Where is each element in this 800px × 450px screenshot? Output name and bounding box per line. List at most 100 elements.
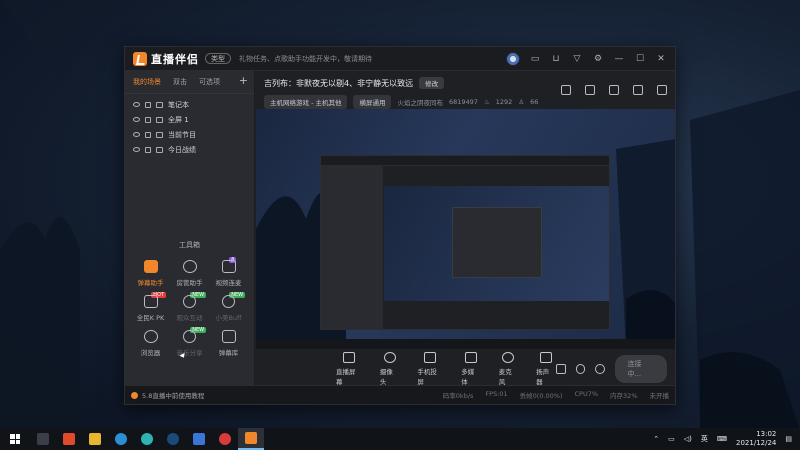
nested-left-panel: [321, 166, 383, 329]
tutorial-icon: [131, 391, 138, 399]
add-scene-button[interactable]: +: [239, 74, 248, 87]
start-live-button[interactable]: 连接中...: [615, 355, 668, 383]
lock-icon[interactable]: [145, 146, 151, 153]
tool-video-link[interactable]: β 视频连麦: [209, 257, 248, 287]
start-button[interactable]: [0, 428, 30, 450]
taskbar-app-edge[interactable]: [108, 428, 134, 450]
danmaku-lib-icon: [221, 330, 236, 343]
browser-icon: [143, 330, 158, 343]
clock[interactable]: 13:02 2021/12/24: [736, 430, 776, 448]
screen-button[interactable]: 直播屏幕: [336, 352, 362, 386]
tab-optional[interactable]: 可选项: [199, 77, 220, 87]
avatar[interactable]: [506, 51, 520, 66]
room-user: 火焰之阴夜同布: [397, 99, 443, 107]
tool-pk[interactable]: HOT 全民K PK: [131, 292, 170, 322]
media-icon: [464, 352, 477, 363]
tool-danmaku[interactable]: 弹幕助手: [131, 260, 170, 287]
modify-button[interactable]: 修改: [419, 77, 445, 89]
orientation-pill[interactable]: 横屏通用: [353, 95, 392, 109]
lock-icon[interactable]: [145, 131, 151, 138]
camera-icon: [383, 352, 396, 363]
taskbar-app-red[interactable]: [56, 428, 82, 450]
tool-music[interactable]: NEW 音乐分享: [170, 327, 209, 357]
eye-icon[interactable]: [133, 147, 140, 152]
media-button[interactable]: 多媒体: [461, 352, 480, 386]
settings-icon[interactable]: ⚙: [592, 53, 604, 65]
eye-icon[interactable]: [133, 132, 140, 137]
eye-icon[interactable]: [133, 117, 140, 122]
mic-button[interactable]: 麦克风: [499, 352, 518, 386]
source-list: 笔记本 全屏 1 当前节目 今日战绩: [125, 94, 254, 160]
phone-cast-button[interactable]: 手机投屏: [417, 352, 443, 386]
taskbar-app-task-view[interactable]: [30, 428, 56, 450]
taskbar-app-music[interactable]: [212, 428, 238, 450]
tool-audience[interactable]: NEW 观众互动: [170, 292, 209, 322]
speaker-button[interactable]: 扬声器: [536, 352, 555, 386]
tool-label: 浏览器: [140, 349, 161, 357]
taskbar-app-steam[interactable]: [160, 428, 186, 450]
app-logo: 直播伴侣: [133, 51, 199, 67]
control-label: 多媒体: [461, 368, 475, 386]
category-pill[interactable]: 主机网络游戏 - 主机其他: [264, 95, 348, 109]
maximize-icon[interactable]: ☐: [634, 53, 646, 65]
taskbar-app-explorer[interactable]: [82, 428, 108, 450]
room-id: 6819497: [448, 98, 478, 106]
tab-double[interactable]: 双击: [173, 77, 187, 87]
gift-icon[interactable]: [609, 85, 619, 95]
share-icon[interactable]: [657, 85, 667, 95]
control-label: 摄像头: [379, 368, 393, 386]
cpu-usage: CPU7%: [574, 390, 599, 398]
source-item[interactable]: 笔记本: [125, 97, 254, 112]
eye-icon[interactable]: [133, 102, 140, 107]
phone-cast-icon: [424, 352, 437, 363]
tool-browser[interactable]: 浏览器: [131, 330, 170, 357]
clock-time: 13:02: [756, 430, 777, 438]
source-label: 今日战绩: [168, 145, 196, 154]
edge-icon: [115, 433, 127, 445]
record-icon[interactable]: [555, 364, 566, 374]
taskbar-app-live[interactable]: [238, 428, 264, 450]
tool-label: 视频连麦: [215, 279, 242, 287]
tab-my-scene[interactable]: 我的场景: [133, 77, 161, 87]
network-icon[interactable]: ▭: [668, 435, 675, 443]
settings-gear-icon[interactable]: [595, 364, 606, 374]
tool-danmaku-lib[interactable]: 弹幕库: [209, 330, 248, 357]
toolbox-title: 工具箱: [179, 241, 200, 249]
tools-icon[interactable]: [561, 85, 571, 95]
shirt-icon[interactable]: ⊔: [550, 53, 562, 65]
left-panel: 我的场景 双击 可选项 + 笔记本 全屏 1 当前节目 今日战绩 工具箱 弹幕助…: [125, 71, 255, 387]
source-item[interactable]: 全屏 1: [125, 112, 254, 127]
filter-icon[interactable]: ▽: [571, 53, 583, 65]
lock-icon[interactable]: [145, 116, 151, 123]
control-label: 麦克风: [498, 368, 512, 386]
tool-buff[interactable]: NEW 小美Buff: [209, 292, 248, 322]
close-icon[interactable]: ✕: [655, 53, 667, 65]
notice-ticker: 礼物任务、点歌助手功能开发中，敬请期待: [239, 54, 372, 63]
minimize-icon[interactable]: —: [613, 53, 625, 65]
bell-icon[interactable]: [633, 85, 643, 95]
windows-taskbar: ⌃ ▭ ◁) 英 ⌨ 13:02 2021/12/24 ▤: [0, 428, 800, 450]
source-item[interactable]: 当前节目: [125, 127, 254, 142]
chevron-up-icon[interactable]: ⌃: [653, 435, 659, 443]
unlock-icon[interactable]: [585, 85, 595, 95]
tool-label: 全民K PK: [136, 314, 165, 322]
taskbar-app-blue[interactable]: [186, 428, 212, 450]
lock-icon[interactable]: [145, 101, 151, 108]
message-icon[interactable]: ▭: [529, 53, 541, 65]
taskbar-app-teal[interactable]: [134, 428, 160, 450]
tool-admin[interactable]: 房管助手: [170, 260, 209, 287]
version-badge[interactable]: 类型: [205, 53, 231, 64]
volume-icon[interactable]: ◁): [684, 435, 692, 443]
speaker-icon: [539, 352, 552, 363]
notification-icon[interactable]: ▤: [785, 435, 792, 443]
camera-button[interactable]: 摄像头: [380, 352, 399, 386]
app-name: 直播伴侣: [151, 52, 199, 66]
keyboard-icon[interactable]: ⌨: [717, 435, 727, 443]
preview-eye-icon[interactable]: [575, 364, 586, 374]
source-item[interactable]: 今日战绩: [125, 142, 254, 157]
tutorial-link[interactable]: 5.8直播中前使用教程: [131, 390, 204, 400]
control-bar: 直播屏幕 摄像头 手机投屏 多媒体 麦克风 扬声器 连接中...: [256, 349, 675, 389]
live-preview[interactable]: [256, 109, 675, 349]
ime-indicator[interactable]: 英: [701, 434, 708, 444]
nested-controls: [384, 301, 609, 329]
